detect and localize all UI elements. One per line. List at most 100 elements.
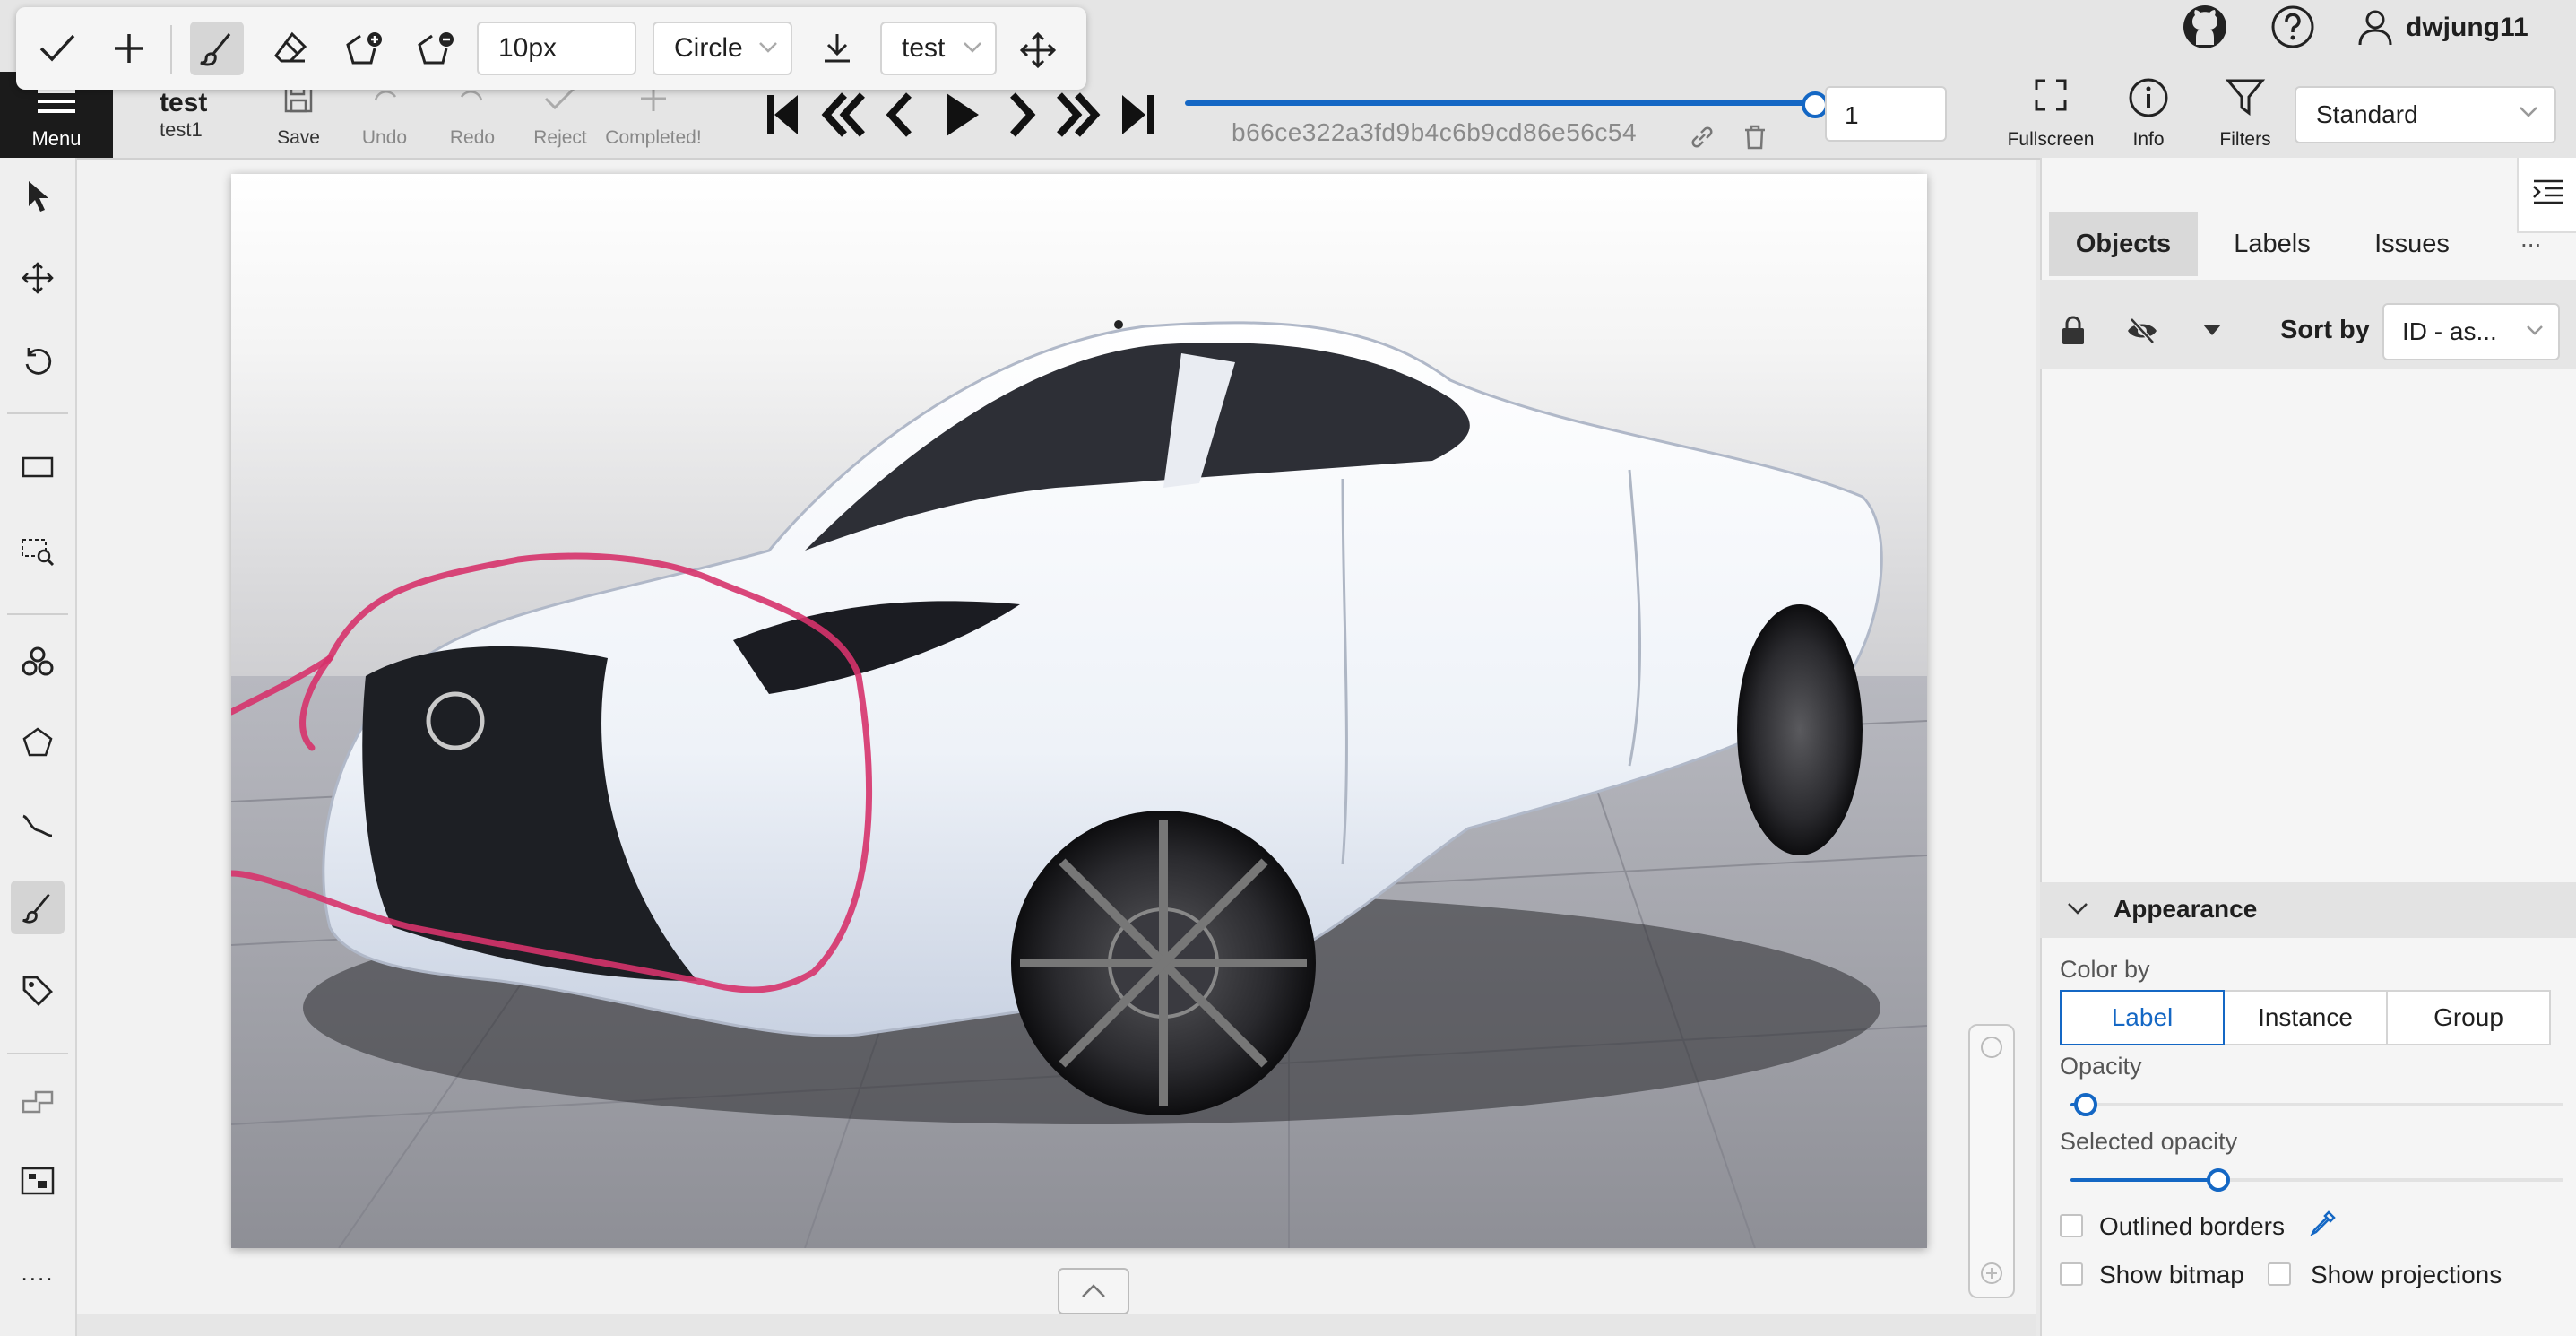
download-mask-button[interactable] (810, 22, 864, 75)
play-icon (947, 93, 979, 136)
play-button[interactable] (936, 86, 986, 143)
toolbar-divider (170, 25, 172, 74)
expand-all-button[interactable] (2201, 323, 2223, 337)
first-frame-button[interactable] (758, 86, 808, 143)
sort-value: ID - as... (2402, 317, 2497, 345)
opacity-slider[interactable] (2070, 1103, 2563, 1106)
brush-icon (200, 33, 231, 66)
polygon-icon (22, 727, 53, 757)
appearance-title: Appearance (2114, 895, 2258, 923)
chevron-right-icon (1010, 92, 1036, 137)
tab-objects[interactable]: Objects (2049, 212, 2198, 276)
cursor-tool[interactable] (11, 169, 65, 222)
workspace-select[interactable]: Standard (2295, 86, 2556, 143)
frame-slider[interactable] (1185, 100, 1814, 106)
chevron-up-icon (1082, 1284, 1105, 1297)
group-icon (21, 1167, 55, 1195)
fullscreen-label: Fullscreen (2007, 129, 2095, 150)
redo-label: Redo (449, 127, 496, 148)
tab-issues[interactable]: Issues (2347, 212, 2477, 276)
selected-opacity-slider-fill (2070, 1178, 2218, 1182)
skip-last-icon (1122, 95, 1154, 134)
toolbar-divider (7, 1053, 68, 1054)
group-tool[interactable] (11, 1155, 65, 1209)
brush-size-input[interactable]: 10px (477, 22, 636, 75)
rotate-tool[interactable] (11, 334, 65, 387)
delete-frame-icon[interactable] (1742, 124, 1768, 151)
lock-icon (2062, 316, 2084, 344)
merge-tool[interactable] (11, 1074, 65, 1128)
eraser-tool-button[interactable] (264, 22, 317, 75)
fullscreen-icon (2035, 79, 2067, 111)
canvas-bottom-bar (77, 1314, 2036, 1336)
download-icon (825, 34, 850, 63)
brush-icon (22, 893, 50, 924)
copy-link-icon[interactable] (1689, 124, 1716, 151)
tab-labels[interactable]: Labels (2198, 212, 2347, 276)
github-icon[interactable] (2180, 2, 2230, 52)
selected-opacity-slider-handle[interactable] (2207, 1168, 2230, 1192)
menu-label: Menu (31, 127, 82, 150)
finish-drawing-button[interactable] (30, 22, 84, 75)
tag-icon (22, 976, 53, 1006)
zoom-region-tool[interactable] (11, 525, 65, 579)
chevron-down-icon (2520, 107, 2537, 117)
info-button[interactable]: Info (2108, 77, 2189, 154)
annotated-image[interactable] (231, 174, 1927, 1248)
label-select[interactable]: test (880, 22, 997, 75)
ai-tools-button[interactable] (11, 633, 65, 687)
show-projections-checkbox[interactable] (2268, 1262, 2291, 1286)
more-tools-button[interactable]: .... (13, 1259, 63, 1287)
zoom-in-icon (1981, 1262, 2002, 1284)
fullscreen-button[interactable]: Fullscreen (1999, 77, 2103, 154)
outlined-borders-checkbox[interactable] (2060, 1214, 2083, 1237)
fast-backward-button[interactable] (817, 86, 868, 143)
polyline-icon (22, 814, 53, 837)
new-mask-button[interactable] (102, 22, 156, 75)
color-by-instance-option[interactable]: Instance (2223, 990, 2388, 1045)
frame-number-input[interactable]: 1 (1825, 86, 1947, 142)
show-bitmap-checkbox[interactable] (2060, 1262, 2083, 1286)
move-tool[interactable] (11, 251, 65, 305)
polygon-plus-button[interactable] (337, 22, 391, 75)
next-button[interactable] (995, 86, 1045, 143)
polygon-minus-button[interactable] (409, 22, 462, 75)
zoom-slider[interactable] (1968, 1024, 2015, 1298)
brush-shape-select[interactable]: Circle (653, 22, 792, 75)
username[interactable]: dwjung11 (2406, 13, 2528, 43)
collapse-sidebar-button[interactable] (2517, 158, 2576, 233)
color-picker-icon[interactable] (2309, 1209, 2338, 1237)
filters-label: Filters (2219, 129, 2271, 150)
lock-all-button[interactable] (2060, 316, 2087, 346)
undo-label: Undo (361, 127, 408, 148)
more-options-button[interactable]: ... (2520, 224, 2541, 253)
list-indent-icon (2533, 179, 2563, 204)
tag-tool[interactable] (11, 963, 65, 1017)
filters-button[interactable]: Filters (2205, 77, 2286, 154)
reject-label: Reject (533, 127, 587, 148)
polyline-tool[interactable] (11, 798, 65, 852)
sort-by-select[interactable]: ID - as... (2382, 303, 2560, 360)
move-toolbar-handle[interactable] (1011, 22, 1065, 75)
double-chevron-left-icon (821, 92, 865, 137)
zoom-region-icon (22, 539, 55, 567)
help-icon[interactable] (2268, 2, 2318, 52)
double-chevron-right-icon (1057, 92, 1101, 137)
polygon-tool[interactable] (11, 716, 65, 769)
fast-forward-button[interactable] (1054, 86, 1104, 143)
brush-tool[interactable] (11, 881, 65, 934)
expand-bottom-panel-button[interactable] (1058, 1268, 1129, 1314)
fit-image-tool[interactable] (11, 443, 65, 497)
brush-tool-button[interactable] (190, 22, 244, 75)
color-by-label-option[interactable]: Label (2060, 990, 2225, 1045)
last-frame-button[interactable] (1113, 86, 1163, 143)
previous-button[interactable] (877, 86, 927, 143)
plus-icon (115, 34, 143, 63)
completed-label: Completed! (605, 127, 702, 148)
color-by-group-option[interactable]: Group (2386, 990, 2551, 1045)
opacity-slider-handle[interactable] (2074, 1093, 2097, 1116)
user-icon[interactable] (2356, 7, 2395, 47)
hide-all-button[interactable] (2126, 317, 2158, 344)
opacity-label: Opacity (2060, 1053, 2142, 1080)
sort-by-label: Sort by (2280, 316, 2370, 344)
